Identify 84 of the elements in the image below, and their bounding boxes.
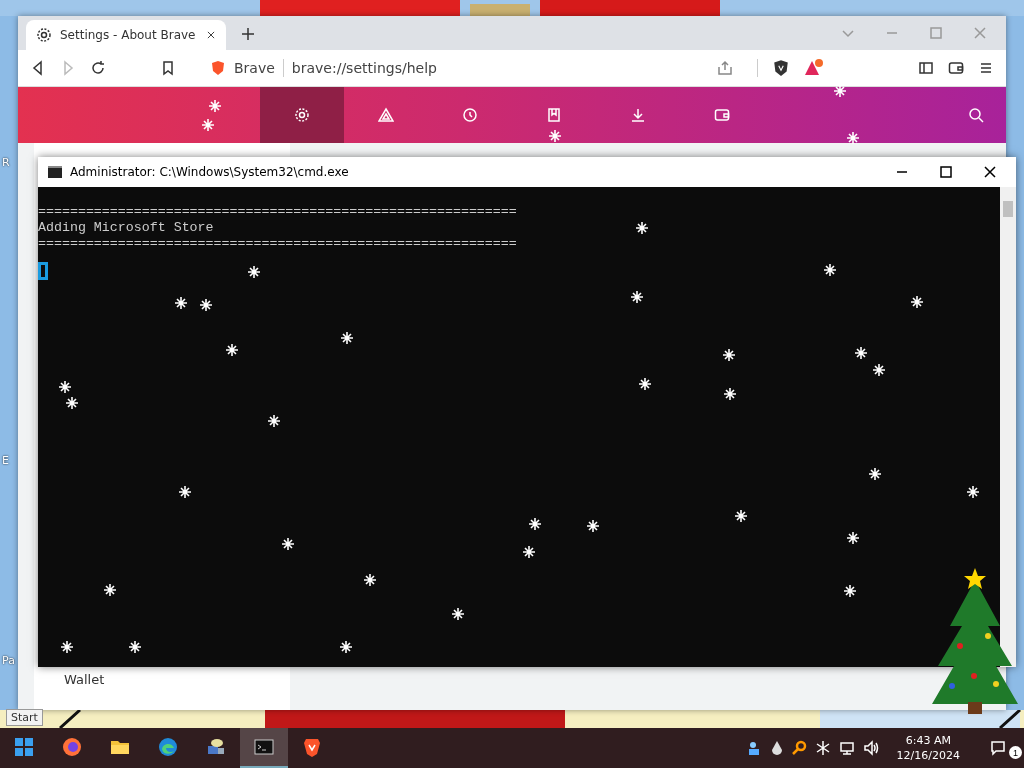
snowflake-icon: [282, 538, 294, 550]
snowflake-icon: [639, 378, 651, 390]
wallet-icon: [714, 107, 730, 123]
brave-icon: [301, 736, 323, 758]
gear-icon: [36, 27, 52, 43]
snowflake-icon: [226, 344, 238, 356]
console-line: ============================================================: [38, 236, 517, 252]
snowflake-icon: [855, 347, 867, 359]
key-icon[interactable]: [790, 740, 807, 756]
site-label: Brave: [234, 60, 275, 76]
menu-icon[interactable]: [978, 60, 994, 76]
notification-count: 1: [1009, 746, 1022, 759]
speaker-icon[interactable]: [862, 740, 879, 756]
snowflake-icon: [636, 222, 648, 234]
snowflake-icon: [452, 608, 464, 620]
windows-icon: [15, 738, 33, 756]
snowflake-icon: [869, 468, 881, 480]
snowflake-icon: [104, 584, 116, 596]
taskbar-app[interactable]: [240, 728, 288, 768]
menu-item[interactable]: Wallet: [34, 670, 290, 688]
snowflake-icon: [129, 641, 141, 653]
bookmark-icon[interactable]: [160, 60, 176, 76]
close-icon[interactable]: [206, 30, 216, 40]
search-icon: [968, 107, 984, 123]
history-icon: [462, 107, 478, 123]
plus-icon[interactable]: [240, 26, 256, 42]
scrollbar[interactable]: [1000, 187, 1016, 667]
close-icon[interactable]: [982, 164, 998, 180]
snowflake-icon: [735, 510, 747, 522]
snowflake-icon: [200, 299, 212, 311]
snowflake-icon: [549, 130, 561, 142]
edge-icon: [157, 736, 179, 758]
browser-tab[interactable]: Settings - About Brave: [26, 20, 226, 50]
snowflake-icon: [844, 585, 856, 597]
snowflake-icon: [631, 291, 643, 303]
bookmarks-icon: [546, 107, 562, 123]
drop-icon[interactable]: [770, 740, 783, 756]
snowflake-icon: [529, 518, 541, 530]
triangle-icon: [378, 107, 394, 123]
firefox-icon: [61, 736, 83, 758]
snowflake-icon: [724, 388, 736, 400]
snowflake-icon: [340, 641, 352, 653]
maximize-icon[interactable]: [938, 164, 954, 180]
download-icon: [630, 107, 646, 123]
gear-icon: [294, 107, 310, 123]
window-title: Administrator: C:\Windows\System32\cmd.exe: [70, 165, 349, 179]
snowflake-icon: [587, 520, 599, 532]
share-icon[interactable]: [717, 60, 733, 76]
console-line: Adding Microsoft Store: [38, 220, 214, 236]
text-cursor: [38, 262, 48, 280]
message-icon: [990, 740, 1006, 756]
snowflake-icon: [202, 119, 214, 131]
tab-title: Settings - About Brave: [60, 28, 197, 42]
asterisk-icon[interactable]: [814, 740, 831, 756]
snowflake-icon: [175, 297, 187, 309]
snowflake-icon: [341, 332, 353, 344]
snowflake-icon: [847, 132, 859, 144]
start-tooltip: Start: [6, 709, 43, 726]
snowflake-icon: [59, 381, 71, 393]
triangle-icon[interactable]: [804, 59, 824, 77]
snowflake-icon: [911, 296, 923, 308]
snowflake-icon: [967, 486, 979, 498]
snowflake-icon: [824, 264, 836, 276]
clock[interactable]: 6:43 AM 12/16/2024: [896, 733, 960, 763]
sidebar-icon[interactable]: [918, 60, 934, 76]
snowflake-icon: [66, 397, 78, 409]
url-text: brave://settings/help: [291, 60, 437, 76]
snowflake-icon: [179, 486, 191, 498]
snowflake-icon: [61, 641, 73, 653]
date-text: 12/16/2024: [896, 748, 960, 763]
console-icon: [253, 736, 275, 758]
snowflake-icon: [873, 364, 885, 376]
snowflake-icon: [248, 266, 260, 278]
time-text: 6:43 AM: [905, 733, 951, 748]
snowflake-icon: [523, 546, 535, 558]
wallet-icon[interactable]: [948, 60, 964, 76]
snowflake-icon: [723, 349, 735, 361]
snowflake-icon: [209, 100, 221, 112]
reload-icon[interactable]: [90, 60, 106, 76]
console-line: ============================================================: [38, 204, 517, 220]
console-icon: [48, 166, 62, 178]
snowflake-icon: [268, 415, 280, 427]
snowflake-icon: [364, 574, 376, 586]
snowflake-icon: [847, 532, 859, 544]
